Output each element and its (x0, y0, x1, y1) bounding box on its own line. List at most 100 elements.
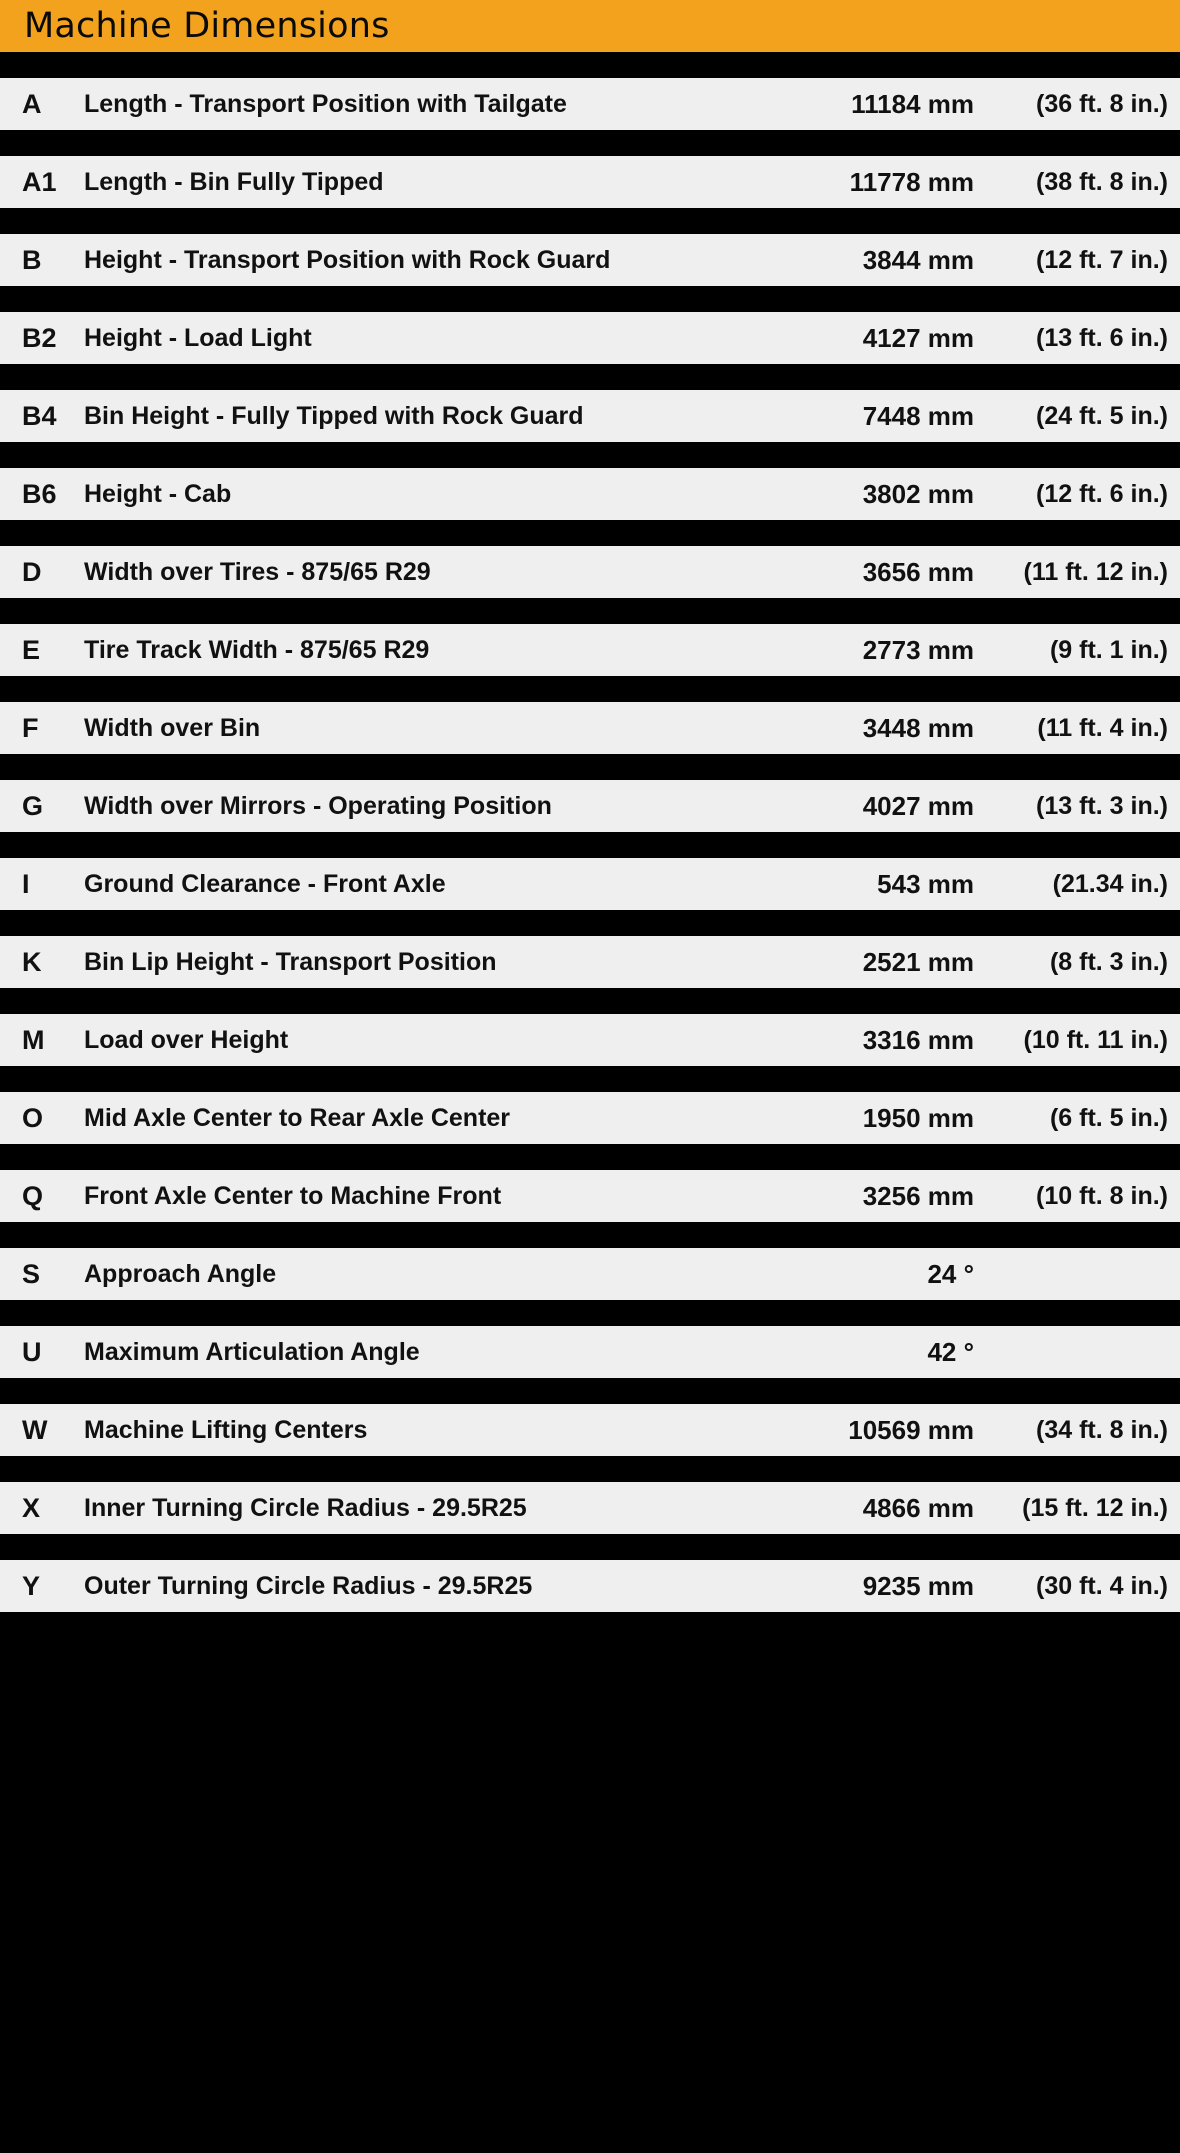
row-description: Tire Track Width - 875/65 R29 (84, 637, 430, 663)
row-imperial-value: (9 ft. 1 in.) (1049, 635, 1168, 664)
row-metric-value: 2773 mm (862, 635, 974, 665)
table-row: I Ground Clearance - Front Axle 543 mm (21.… (0, 858, 1180, 910)
table-row: W Machine Lifting Centers 10569 mm (34 ft. … (0, 1404, 1180, 1456)
row-divider (0, 520, 1180, 546)
row-metric-value: 11778 mm (849, 167, 974, 197)
header-divider (0, 52, 1180, 78)
row-description: Approach Angle (84, 1261, 277, 1287)
table-row: F Width over Bin 3448 mm (11 ft. 4 in.) (0, 702, 1180, 754)
table-row: M Load over Height 3316 mm (10 ft. 11 in.) (0, 1014, 1180, 1066)
row-description: Bin Lip Height - Transport Position (84, 949, 497, 975)
table-row: B2 Height - Load Light 4127 mm (13 ft. 6 in… (0, 312, 1180, 364)
row-imperial-value: (21.34 in.) (1052, 869, 1168, 898)
row-code: W (22, 1414, 48, 1445)
row-imperial-value: (15 ft. 12 in.) (1022, 1493, 1168, 1522)
row-metric-value: 543 mm (877, 869, 974, 899)
row-metric-value: 11184 mm (851, 89, 974, 119)
row-code: S (22, 1258, 41, 1289)
row-description: Height - Cab (84, 481, 232, 507)
table-row: U Maximum Articulation Angle 42 ° (0, 1326, 1180, 1378)
row-divider (0, 754, 1180, 780)
row-divider (0, 1222, 1180, 1248)
row-code: A1 (22, 166, 57, 197)
table-row: G Width over Mirrors - Operating Position… (0, 780, 1180, 832)
row-imperial-value: (13 ft. 6 in.) (1036, 323, 1168, 352)
row-code: A (22, 88, 42, 119)
row-metric-value: 4866 mm (862, 1493, 974, 1523)
row-description: Length - Bin Fully Tipped (84, 169, 384, 195)
dimensions-table: A Length - Transport Position with Tailga… (0, 78, 1180, 1612)
row-imperial-value: (12 ft. 7 in.) (1036, 245, 1168, 274)
row-code: G (22, 790, 44, 821)
spec-sheet-header: Machine Dimensions (0, 0, 1180, 52)
row-imperial-value: (36 ft. 8 in.) (1036, 89, 1168, 118)
row-imperial-value: (13 ft. 3 in.) (1036, 791, 1168, 820)
row-divider (0, 364, 1180, 390)
row-code: Q (22, 1180, 44, 1211)
row-divider (0, 1300, 1180, 1326)
table-row: Y Outer Turning Circle Radius - 29.5R25 92… (0, 1560, 1180, 1612)
row-metric-value: 3844 mm (862, 245, 974, 275)
row-description: Outer Turning Circle Radius - 29.5R25 (84, 1573, 533, 1599)
row-divider (0, 286, 1180, 312)
row-divider (0, 910, 1180, 936)
row-divider (0, 130, 1180, 156)
machine-dimensions-spec-sheet: Machine Dimensions A Length - Transport P… (0, 0, 1180, 2153)
row-description: Maximum Articulation Angle (84, 1339, 420, 1365)
row-metric-value: 4127 mm (862, 323, 974, 353)
row-imperial-value: (30 ft. 4 in.) (1036, 1571, 1168, 1600)
row-divider (0, 598, 1180, 624)
row-description: Inner Turning Circle Radius - 29.5R25 (84, 1495, 527, 1521)
row-metric-value: 3656 mm (862, 557, 974, 587)
row-metric-value: 1950 mm (862, 1103, 974, 1133)
row-metric-value: 42 ° (927, 1337, 974, 1367)
table-row: Q Front Axle Center to Machine Front 3256 … (0, 1170, 1180, 1222)
table-row: E Tire Track Width - 875/65 R29 2773 mm (9 … (0, 624, 1180, 676)
row-divider (0, 1456, 1180, 1482)
row-code: Y (22, 1570, 41, 1601)
table-row: X Inner Turning Circle Radius - 29.5R25 48… (0, 1482, 1180, 1534)
page-title: Machine Dimensions (24, 5, 390, 46)
row-imperial-value: (34 ft. 8 in.) (1036, 1415, 1168, 1444)
row-metric-value: 7448 mm (862, 401, 974, 431)
row-code: B (22, 244, 42, 275)
row-description: Width over Mirrors - Operating Position (84, 793, 552, 819)
row-divider (0, 442, 1180, 468)
row-divider (0, 1144, 1180, 1170)
row-divider (0, 1066, 1180, 1092)
row-metric-value: 3256 mm (862, 1181, 974, 1211)
row-description: Width over Bin (84, 715, 261, 741)
row-code: X (22, 1492, 41, 1523)
row-metric-value: 24 ° (927, 1259, 974, 1289)
row-imperial-value: (12 ft. 6 in.) (1036, 479, 1168, 508)
row-metric-value: 4027 mm (862, 791, 974, 821)
row-description: Height - Load Light (84, 325, 312, 351)
row-code: B6 (22, 478, 57, 509)
row-description: Length - Transport Position with Tailgat… (84, 91, 567, 117)
table-row: B6 Height - Cab 3802 mm (12 ft. 6 in.) (0, 468, 1180, 520)
row-divider (0, 1378, 1180, 1404)
row-code: B2 (22, 322, 57, 353)
table-row: K Bin Lip Height - Transport Position 2521… (0, 936, 1180, 988)
row-code: E (22, 634, 41, 665)
row-description: Width over Tires - 875/65 R29 (84, 559, 431, 585)
row-imperial-value: (24 ft. 5 in.) (1036, 401, 1168, 430)
row-metric-value: 9235 mm (862, 1571, 974, 1601)
row-imperial-value: (8 ft. 3 in.) (1049, 947, 1168, 976)
row-imperial-value: (11 ft. 4 in.) (1037, 713, 1168, 742)
row-code: B4 (22, 400, 57, 431)
table-row: O Mid Axle Center to Rear Axle Center 1950… (0, 1092, 1180, 1144)
row-description: Load over Height (84, 1027, 289, 1053)
row-metric-value: 3448 mm (862, 713, 974, 743)
row-imperial-value: (10 ft. 8 in.) (1036, 1181, 1168, 1210)
row-divider (0, 1534, 1180, 1560)
row-description: Front Axle Center to Machine Front (84, 1183, 502, 1209)
row-metric-value: 10569 mm (848, 1415, 974, 1445)
row-description: Machine Lifting Centers (84, 1417, 368, 1443)
row-metric-value: 2521 mm (862, 947, 974, 977)
table-row: D Width over Tires - 875/65 R29 3656 mm (11… (0, 546, 1180, 598)
table-row: S Approach Angle 24 ° (0, 1248, 1180, 1300)
row-imperial-value: (10 ft. 11 in.) (1023, 1025, 1168, 1054)
row-metric-value: 3316 mm (862, 1025, 974, 1055)
row-divider (0, 988, 1180, 1014)
